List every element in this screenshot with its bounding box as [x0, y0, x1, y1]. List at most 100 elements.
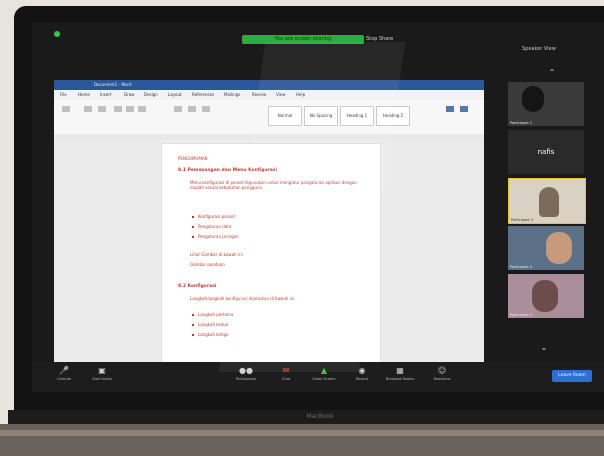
font-size-icon[interactable]	[98, 106, 106, 112]
bullet-item: Langkah ketiga	[198, 332, 229, 337]
participant-name: Participant 4	[510, 265, 533, 269]
participant-tile[interactable]: Participant 1	[508, 82, 584, 126]
word-titlebar: Document1 - Word	[54, 80, 484, 90]
font-icon[interactable]	[84, 106, 92, 112]
bullet-dot	[192, 314, 194, 316]
meeting-toolbar: 🎤 Unmute ▣ Start Video ●● Participants ✉…	[32, 362, 604, 392]
breakout-rooms-button[interactable]: ▦ Breakout Rooms	[382, 366, 418, 390]
bullet-item: Langkah kedua	[198, 322, 229, 327]
chat-button[interactable]: ✉ Chat	[268, 366, 304, 390]
avatar	[539, 187, 559, 217]
record-icon: ◉	[358, 366, 366, 375]
style-no-spacing[interactable]: No Spacing	[304, 106, 338, 126]
participant-tile[interactable]: Participant 4	[508, 226, 584, 270]
document-page[interactable]: PENGUMUMAN 8.1 Pemasangan dan Menu Konfi…	[162, 144, 380, 362]
participants-icon: ●●	[239, 366, 253, 375]
unmute-label: Unmute	[57, 377, 71, 381]
heading-1: 8.1 Pemasangan dan Menu Konfigurasi	[178, 168, 278, 173]
reactions-label: Reactions	[433, 377, 451, 381]
record-button[interactable]: ◉ Record	[344, 366, 380, 390]
breakout-rooms-label: Breakout Rooms	[385, 377, 415, 381]
desk-surface	[0, 424, 604, 456]
note-line: Lihat Gambar di bawah ini	[190, 252, 243, 257]
participant-name: Participant 3	[511, 218, 534, 222]
bullet-dot	[192, 334, 194, 336]
tab-draw[interactable]: Draw	[124, 91, 134, 99]
screen-share-banner[interactable]: You are screen sharing	[242, 35, 364, 44]
chat-icon: ✉	[282, 366, 290, 375]
microphone-icon: 🎤	[59, 366, 69, 375]
start-video-label: Start Video	[92, 377, 112, 381]
participant-tile-active[interactable]: Participant 3	[508, 178, 586, 224]
paragraph-2: Langkah-langkah konfigurasi dijelaskan d…	[190, 296, 296, 301]
meeting-top-bar: You are screen sharing Stop Share	[32, 22, 604, 46]
bullet-dot	[192, 236, 194, 238]
avatar	[522, 86, 544, 112]
security-icon[interactable]	[54, 31, 60, 37]
reactions-button[interactable]: ☺ Reactions	[424, 366, 460, 390]
tab-layout[interactable]: Layout	[168, 91, 182, 99]
numbering-icon[interactable]	[188, 106, 196, 112]
avatar	[546, 232, 572, 264]
gallery-scroll-up-icon[interactable]: ⌃	[546, 69, 558, 77]
bullet-dot	[192, 216, 194, 218]
unmute-button[interactable]: 🎤 Unmute	[46, 366, 82, 390]
align-icon[interactable]	[202, 106, 210, 112]
note-line: Gambar panduan	[190, 262, 225, 267]
tab-help[interactable]: Help	[296, 91, 305, 99]
bullet-item: Pengaturan data	[198, 224, 232, 229]
share-screen-button[interactable]: ▲ Share Screen	[306, 366, 342, 390]
gallery-scroll-down-icon[interactable]: ⌄	[536, 344, 552, 352]
paste-icon[interactable]	[62, 106, 70, 112]
bullet-dot	[192, 324, 194, 326]
bullet-item: Langkah pertama	[198, 312, 234, 317]
word-document-window[interactable]: Document1 - Word File Home Insert Draw D…	[54, 80, 484, 362]
participants-label: Participants	[235, 377, 257, 381]
heading-2: 8.2 Konfigurasi	[178, 284, 217, 289]
tab-mailings[interactable]: Mailings	[224, 91, 240, 99]
avatar	[532, 280, 558, 312]
participant-name-large: nafis	[537, 148, 555, 156]
tab-references[interactable]: References	[192, 91, 214, 99]
start-video-button[interactable]: ▣ Start Video	[84, 366, 120, 390]
section-label: PENGUMUMAN	[178, 156, 208, 161]
share-screen-icon: ▲	[320, 366, 328, 375]
ribbon-toolbar: Normal No Spacing Heading 1 Heading 2	[54, 100, 484, 135]
bullets-icon[interactable]	[174, 106, 182, 112]
underline-icon[interactable]	[138, 106, 146, 112]
tab-view[interactable]: View	[276, 91, 286, 99]
tab-design[interactable]: Design	[144, 91, 158, 99]
participants-button[interactable]: ●● Participants	[228, 366, 264, 390]
italic-icon[interactable]	[126, 106, 134, 112]
find-icon[interactable]	[446, 106, 454, 112]
bullet-item: Pengaturan jaringan	[198, 234, 239, 239]
view-options-button[interactable]: Speaker View	[522, 46, 598, 52]
tab-review[interactable]: Review	[252, 91, 266, 99]
stop-share-button[interactable]: Stop Share	[366, 35, 410, 44]
tab-home[interactable]: Home	[78, 91, 90, 99]
dictate-icon[interactable]	[460, 106, 468, 112]
participant-tile[interactable]: nafis	[508, 130, 584, 174]
style-heading-1[interactable]: Heading 1	[340, 106, 374, 126]
bullet-item: Konfigurasi ponsel	[198, 214, 235, 219]
laptop-brand: MacBook	[306, 413, 334, 420]
tab-file[interactable]: File	[60, 91, 67, 99]
breakout-rooms-icon: ▦	[396, 366, 404, 375]
bold-icon[interactable]	[114, 106, 122, 112]
chat-label: Chat	[281, 377, 291, 381]
document-canvas: PENGUMUMAN 8.1 Pemasangan dan Menu Konfi…	[54, 140, 484, 362]
laptop-screen: You are screen sharing Stop Share Speake…	[32, 22, 604, 392]
style-normal[interactable]: Normal	[268, 106, 302, 126]
ribbon-tabs: File Home Insert Draw Design Layout Refe…	[54, 90, 484, 100]
tab-insert[interactable]: Insert	[100, 91, 111, 99]
style-heading-2[interactable]: Heading 2	[376, 106, 410, 126]
leave-room-button[interactable]: Leave Room	[552, 370, 592, 382]
participant-tile[interactable]: Participant 5	[508, 274, 584, 318]
record-label: Record	[355, 377, 369, 381]
bullet-dot	[192, 226, 194, 228]
document-title: Document1 - Word	[94, 82, 132, 87]
participant-name: Participant 5	[510, 313, 533, 317]
desk-stripe	[0, 430, 604, 436]
video-camera-icon: ▣	[98, 366, 106, 375]
reactions-icon: ☺	[437, 366, 447, 375]
